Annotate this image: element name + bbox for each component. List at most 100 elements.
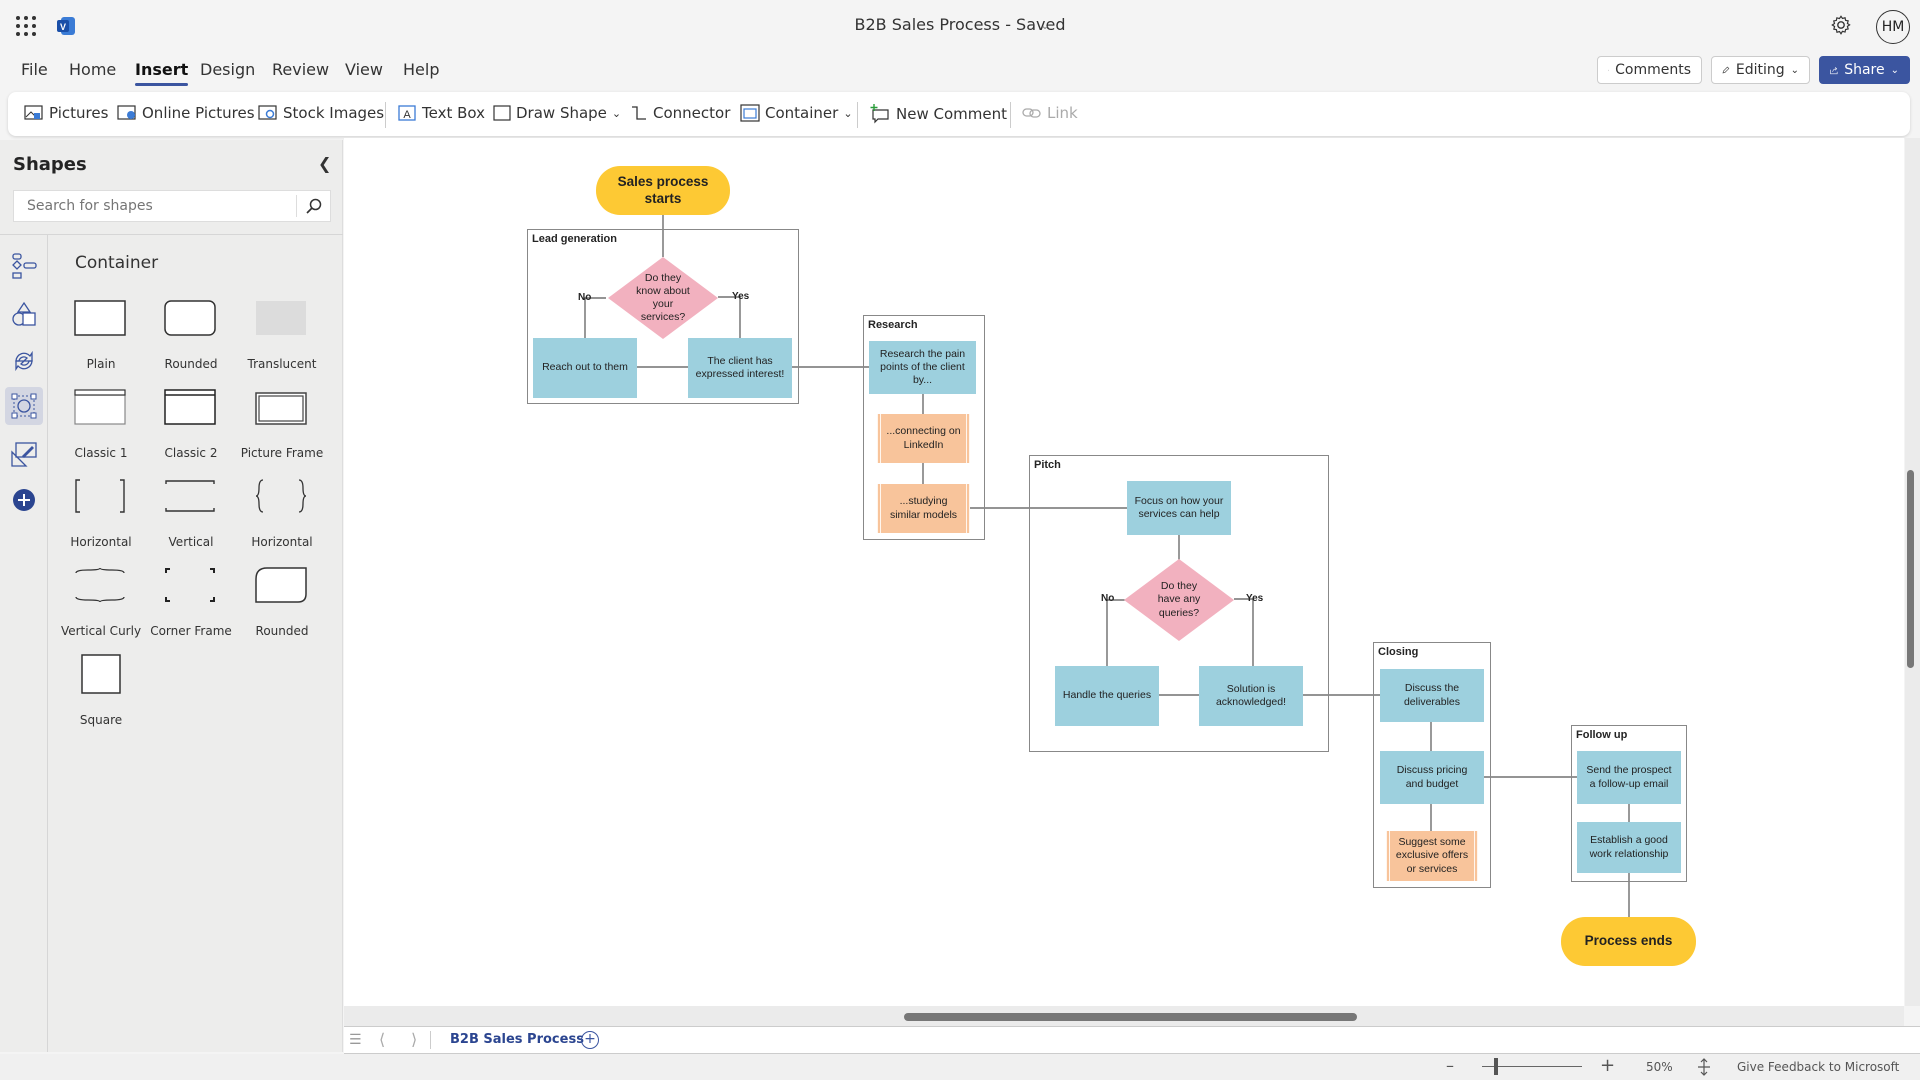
page-tab-b2b-sales-process[interactable]: B2B Sales Process	[450, 1032, 584, 1047]
drawing-tools-stencil-icon[interactable]	[5, 435, 43, 473]
add-stencil-icon[interactable]	[5, 481, 43, 519]
stencil-shape-rounded[interactable]: Rounded	[237, 562, 327, 638]
stencil-shape-horizontal[interactable]: Horizontal	[56, 473, 146, 549]
shape-label: Translucent	[247, 357, 317, 371]
menu-view[interactable]: View	[345, 60, 383, 79]
menu-help[interactable]: Help	[403, 60, 439, 79]
add-page-icon[interactable]: +	[581, 1031, 599, 1049]
stencil-shape-picture-frame[interactable]: Picture Frame	[237, 384, 327, 460]
online-pictures-button[interactable]: Online Pictures	[117, 104, 255, 122]
cycle-stencil-icon[interactable]	[5, 342, 43, 380]
text-box-label: Text Box	[422, 104, 485, 122]
chevron-down-icon: ⌄	[611, 106, 622, 120]
text-box-button[interactable]: A Text Box	[397, 104, 485, 122]
chevron-down-icon[interactable]: ⌄	[1040, 18, 1050, 32]
process-solution-acknowledged[interactable]: Solution is acknowledged!	[1199, 666, 1303, 726]
shape-thumbnail	[56, 295, 146, 343]
text-box-icon: A	[398, 105, 416, 121]
divider	[430, 1031, 431, 1049]
process-handle-queries[interactable]: Handle the queries	[1055, 666, 1159, 726]
subprocess-exclusive-offers[interactable]: Suggest some exclusive offers or service…	[1386, 831, 1478, 881]
process-reach-out-text: Reach out to them	[542, 361, 628, 374]
stencil-shape-plain[interactable]: Plain	[56, 295, 146, 371]
chevron-down-icon: ⌄	[1890, 64, 1899, 76]
shape-label: Vertical	[168, 535, 214, 549]
flowchart-stencil-icon[interactable]	[5, 247, 43, 285]
user-avatar[interactable]: HM	[1876, 10, 1910, 44]
process-focus-services[interactable]: Focus on how your services can help	[1127, 481, 1231, 535]
insert-ribbon: Pictures Online Pictures Stock Images AT…	[8, 92, 1910, 136]
chevron-down-icon: ⌄	[843, 106, 853, 120]
zoom-out-icon[interactable]: –	[1446, 1056, 1454, 1075]
container-closing-title: Closing	[1378, 646, 1419, 658]
give-feedback-link[interactable]: Give Feedback to Microsoft	[1737, 1060, 1899, 1074]
fit-to-window-icon[interactable]	[1697, 1058, 1711, 1076]
horizontal-scrollbar-thumb[interactable]	[904, 1013, 1357, 1021]
next-page-icon[interactable]: ⟩	[411, 1030, 417, 1049]
zoom-in-icon[interactable]: +	[1600, 1055, 1615, 1076]
menu-design[interactable]: Design	[200, 60, 255, 79]
share-button[interactable]: Share ⌄	[1819, 56, 1910, 84]
menu-file[interactable]: File	[21, 60, 48, 79]
vertical-scrollbar-thumb[interactable]	[1907, 470, 1914, 668]
zoom-level[interactable]: 50%	[1646, 1060, 1673, 1074]
menu-insert[interactable]: Insert	[135, 60, 189, 86]
stencil-shape-vertical-curly[interactable]: Vertical Curly	[56, 562, 146, 638]
shape-label: Classic 1	[74, 446, 128, 460]
shape-thumbnail	[146, 562, 236, 610]
start-terminator-text: Sales process starts	[617, 174, 709, 206]
label-no: No	[578, 292, 592, 303]
stencil-shape-classic-2[interactable]: Classic 2	[146, 384, 236, 460]
zoom-slider-handle[interactable]	[1494, 1058, 1498, 1075]
menu-review[interactable]: Review	[272, 60, 329, 79]
stencil-shape-classic-1[interactable]: Classic 1	[56, 384, 146, 460]
process-handle-queries-text: Handle the queries	[1062, 689, 1152, 702]
stencil-shape-translucent[interactable]: Translucent	[237, 295, 327, 371]
pictures-button[interactable]: Pictures	[24, 104, 108, 122]
process-solution-acknowledged-text: Solution is acknowledged!	[1215, 682, 1287, 708]
collapse-panel-icon[interactable]: ❮	[318, 154, 331, 173]
new-comment-button[interactable]: New Comment	[869, 104, 1007, 124]
drawing-canvas[interactable]: Lead generation Research Pitch Closing Follo…	[344, 138, 1904, 1006]
stencil-shape-rounded[interactable]: Rounded	[146, 295, 236, 371]
settings-gear-icon[interactable]	[1830, 14, 1852, 36]
comment-icon	[1608, 69, 1610, 71]
search-button[interactable]	[296, 195, 330, 217]
stock-images-button[interactable]: Stock Images	[258, 104, 384, 122]
document-title[interactable]: B2B Sales Process - Saved	[0, 15, 1920, 34]
stencil-shape-corner-frame[interactable]: Corner Frame	[146, 562, 236, 638]
editing-mode-button[interactable]: Editing ⌄	[1711, 56, 1810, 84]
stencil-shape-horizontal[interactable]: Horizontal	[237, 473, 327, 549]
stock-images-label: Stock Images	[283, 104, 385, 122]
container-button[interactable]: Container ⌄	[740, 104, 853, 122]
end-terminator[interactable]: Process ends	[1561, 917, 1696, 966]
pencil-icon	[1722, 66, 1730, 74]
connector-button[interactable]: Connector	[630, 104, 730, 122]
label-yes: Yes	[1246, 593, 1264, 604]
all-pages-menu-icon[interactable]: ☰	[349, 1032, 365, 1048]
shape-label: Corner Frame	[150, 624, 232, 638]
search-shapes-input[interactable]	[14, 198, 294, 214]
link-button[interactable]: Link	[1022, 104, 1078, 122]
process-expressed-interest[interactable]: The client has expressed interest!	[688, 338, 792, 398]
process-reach-out[interactable]: Reach out to them	[533, 338, 637, 398]
comments-button[interactable]: Comments	[1597, 56, 1702, 84]
menu-home[interactable]: Home	[69, 60, 116, 79]
shape-thumbnail	[56, 384, 146, 432]
stencil-shape-vertical[interactable]: Vertical	[146, 473, 236, 549]
process-discuss-pricing[interactable]: Discuss pricing and budget	[1380, 751, 1484, 804]
stencil-shape-square[interactable]: Square	[56, 651, 146, 727]
process-discuss-deliverables[interactable]: Discuss the deliverables	[1380, 669, 1484, 722]
online-pictures-icon	[117, 105, 136, 120]
process-follow-up-email[interactable]: Send the prospect a follow-up email	[1577, 751, 1681, 804]
draw-shape-button[interactable]: Draw Shape ⌄	[493, 104, 621, 122]
subprocess-linkedin[interactable]: ...connecting on LinkedIn	[877, 414, 970, 463]
container-stencil-icon[interactable]	[5, 387, 43, 425]
start-terminator[interactable]: Sales process starts	[596, 166, 730, 215]
process-research-pain-points[interactable]: Research the pain points of the client b…	[869, 341, 976, 394]
basic-shapes-stencil-icon[interactable]	[5, 295, 43, 333]
subprocess-similar-models[interactable]: ...studying similar models	[877, 484, 970, 533]
pictures-icon	[24, 105, 43, 120]
process-work-relationship[interactable]: Establish a good work relationship	[1577, 822, 1681, 873]
previous-page-icon[interactable]: ⟨	[379, 1030, 385, 1049]
